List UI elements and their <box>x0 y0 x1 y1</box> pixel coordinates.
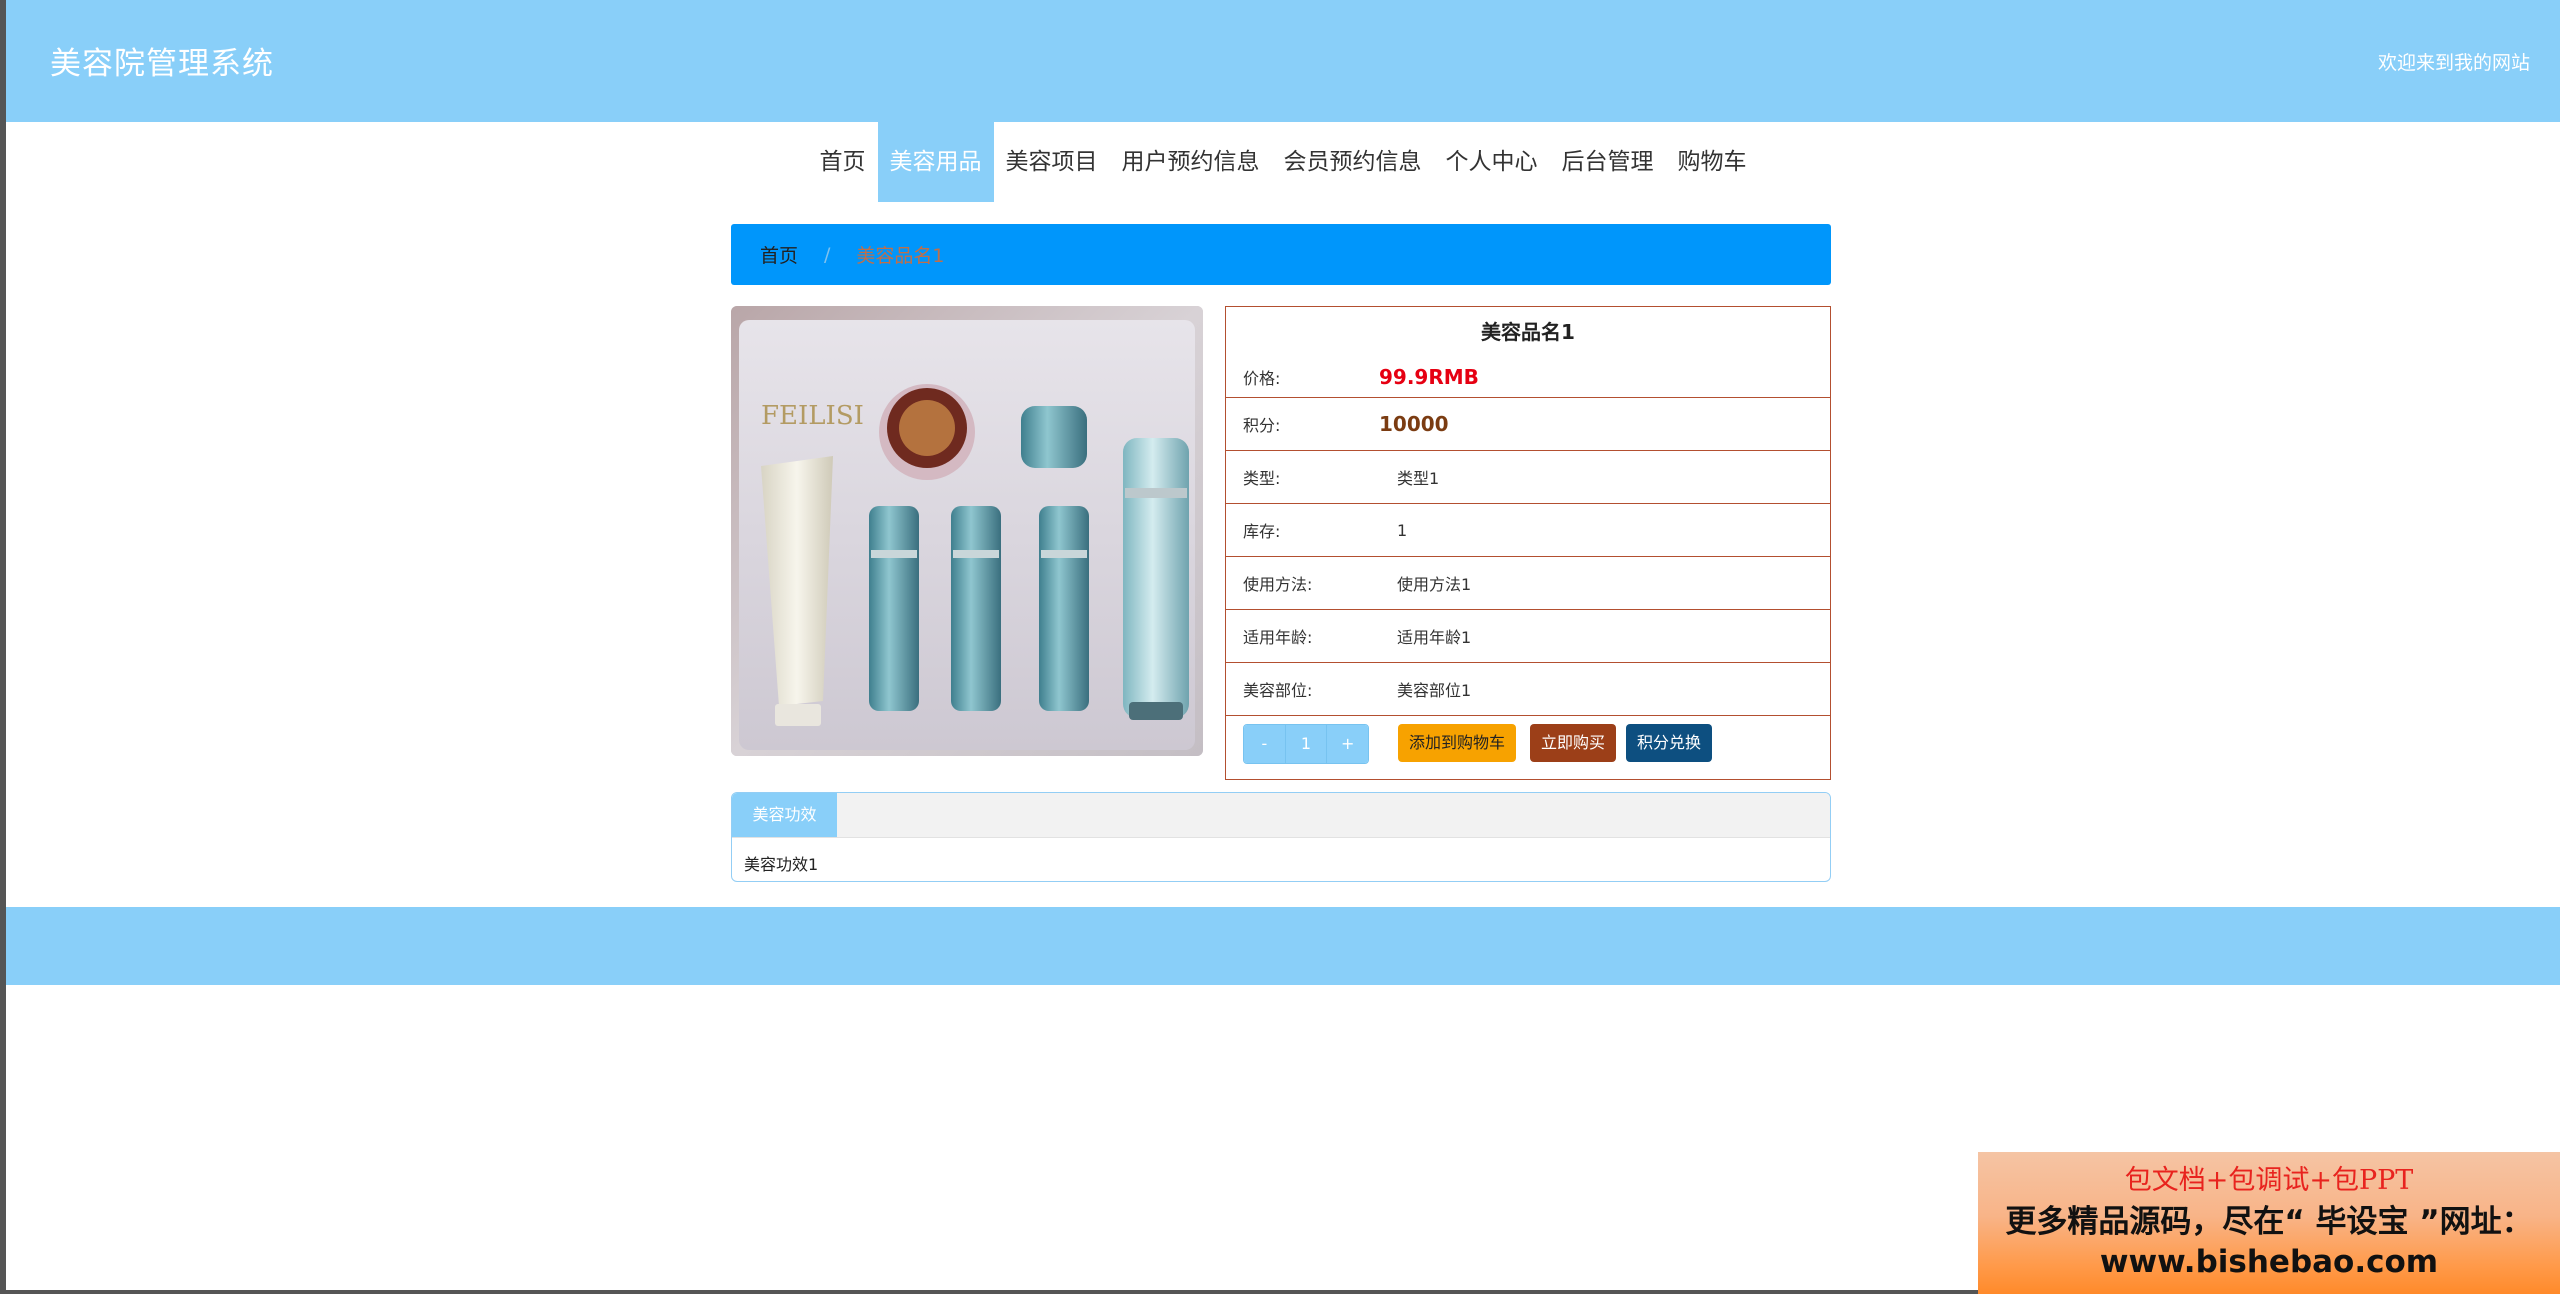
product-name: 美容品名1 <box>1481 320 1575 344</box>
stock-row: 库存: 1 <box>1226 503 1830 556</box>
breadcrumb: 首页 / 美容品名1 <box>731 224 1831 285</box>
site-title[interactable]: 美容院管理系统 <box>50 38 274 83</box>
usage-row: 使用方法: 使用方法1 <box>1226 556 1830 609</box>
main-nav: 首页 美容用品 美容项目 用户预约信息 会员预约信息 个人中心 后台管理 购物车 <box>6 122 2560 202</box>
points-exchange-button[interactable]: 积分兑换 <box>1626 724 1713 762</box>
nav-item-user-appointments[interactable]: 用户预约信息 <box>1110 122 1272 202</box>
points-row: 积分: 10000 <box>1226 397 1830 450</box>
nav-item-admin[interactable]: 后台管理 <box>1550 122 1666 202</box>
promo-banner[interactable]: 包文档+包调试+包PPT 更多精品源码，尽在“ 毕设宝 ”网址： www.bis… <box>1978 1152 2560 1294</box>
quantity-stepper: - 1 + <box>1243 724 1369 764</box>
price-row: 价格: 99.9RMB <box>1226 357 1830 397</box>
tab-bar: 美容功效 <box>732 793 1830 838</box>
age-value: 适用年龄1 <box>1397 628 1472 647</box>
tab-content: 美容功效1 <box>744 855 819 874</box>
actions-row: - 1 + 添加到购物车 立即购买 积分兑换 <box>1226 715 1830 770</box>
svg-text:FEILISI: FEILISI <box>761 401 864 431</box>
nav-item-member-appointments[interactable]: 会员预约信息 <box>1272 122 1434 202</box>
points-label: 积分: <box>1243 416 1281 435</box>
footer <box>6 907 2560 985</box>
price-value: 99.9RMB <box>1379 365 1479 389</box>
nav-item-beauty-services[interactable]: 美容项目 <box>994 122 1110 202</box>
usage-value: 使用方法1 <box>1397 575 1472 594</box>
decrease-button[interactable]: - <box>1244 725 1285 763</box>
promo-line-1: 包文档+包调试+包PPT <box>2124 1165 2414 1196</box>
nav-item-home[interactable]: 首页 <box>808 122 878 202</box>
breadcrumb-current: 美容品名1 <box>856 245 945 267</box>
age-row: 适用年龄: 适用年龄1 <box>1226 609 1830 662</box>
price-label: 价格: <box>1243 369 1281 388</box>
stock-label: 库存: <box>1243 522 1281 541</box>
breadcrumb-home-link[interactable]: 首页 <box>760 241 798 268</box>
product-detail-panel: 美容品名1 价格: 99.9RMB 积分: 10000 类型: 类型1 库存: … <box>1225 306 1831 780</box>
nav-item-cart[interactable]: 购物车 <box>1666 122 1759 202</box>
buy-now-button[interactable]: 立即购买 <box>1530 724 1617 762</box>
promo-line-2: 更多精品源码，尽在“ 毕设宝 ”网址： <box>2005 1204 2533 1240</box>
type-row: 类型: 类型1 <box>1226 450 1830 503</box>
type-label: 类型: <box>1243 469 1281 488</box>
quantity-input[interactable]: 1 <box>1284 725 1328 763</box>
usage-label: 使用方法: <box>1243 575 1313 594</box>
breadcrumb-separator: / <box>824 243 831 266</box>
page: 美容院管理系统 欢迎来到我的网站 首页 美容用品 美容项目 用户预约信息 会员预… <box>6 0 2560 1290</box>
product-image: FEILISI <box>731 306 1203 756</box>
age-label: 适用年龄: <box>1243 628 1313 647</box>
area-row: 美容部位: 美容部位1 <box>1226 662 1830 715</box>
promo-url[interactable]: www.bishebao.com <box>1978 1244 2560 1280</box>
points-value: 10000 <box>1379 412 1449 436</box>
type-value: 类型1 <box>1397 469 1440 488</box>
tab-beauty-effect[interactable]: 美容功效 <box>732 793 837 837</box>
welcome-text: 欢迎来到我的网站 <box>2377 52 2530 74</box>
stock-value: 1 <box>1397 520 1408 540</box>
increase-button[interactable]: + <box>1327 725 1368 763</box>
add-to-cart-button[interactable]: 添加到购物车 <box>1398 724 1517 762</box>
area-value: 美容部位1 <box>1397 681 1472 700</box>
nav-item-personal-center[interactable]: 个人中心 <box>1434 122 1550 202</box>
product-tabs: 美容功效 美容功效1 <box>731 792 1831 882</box>
area-label: 美容部位: <box>1243 681 1313 700</box>
nav-item-beauty-products[interactable]: 美容用品 <box>877 122 994 202</box>
header-bar: 美容院管理系统 欢迎来到我的网站 <box>6 0 2560 122</box>
